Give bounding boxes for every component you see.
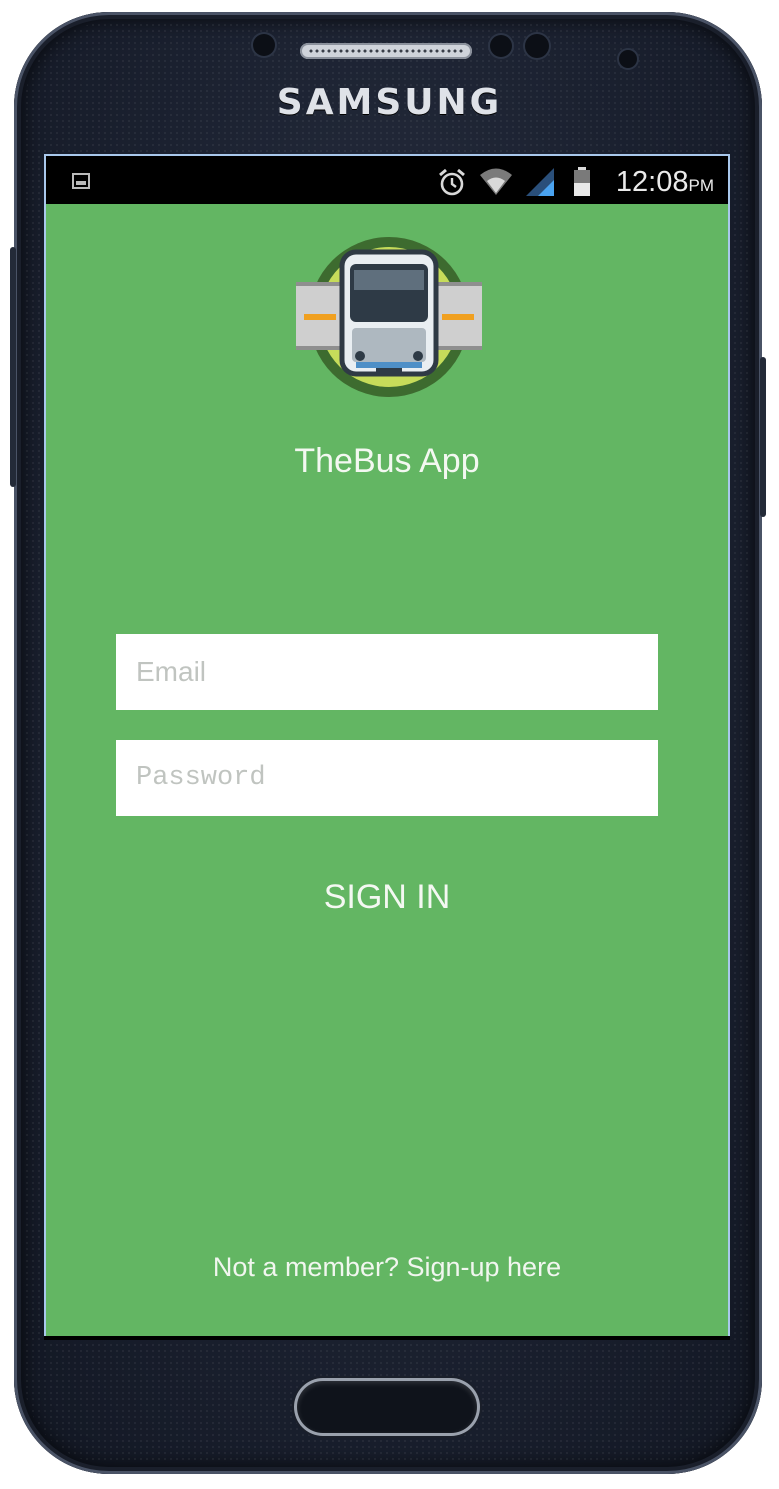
device-brand-logo: SAMSUNG: [276, 82, 503, 123]
battery-icon: [574, 167, 590, 196]
status-ampm: PM: [688, 176, 715, 195]
camera-lens-icon: [619, 50, 637, 68]
status-time: 12:08: [615, 166, 689, 198]
screen-bottom-edge: [44, 1336, 730, 1340]
email-field[interactable]: Email: [116, 634, 658, 710]
status-bar: 12:08PM: [46, 156, 728, 204]
earpiece-speaker: [300, 43, 472, 59]
email-placeholder: Email: [136, 656, 207, 687]
password-field[interactable]: Password: [116, 740, 658, 816]
proximity-sensor: [490, 35, 512, 57]
bus-logo-icon: [296, 237, 482, 397]
status-clock: 12:08PM: [616, 166, 714, 199]
app-screen: 12:08PM TheBus App Email Password SIGN I…: [44, 154, 730, 1338]
sign-up-link[interactable]: Not a member? Sign-up here: [46, 1252, 728, 1283]
alarm-icon: [439, 168, 465, 196]
app-title: TheBus App: [294, 442, 480, 480]
sign-in-button[interactable]: SIGN IN: [46, 878, 728, 917]
password-placeholder: Password: [136, 763, 266, 793]
wifi-icon: [480, 168, 512, 195]
power-button: [760, 357, 766, 517]
cellular-signal-icon: [526, 168, 554, 196]
home-button[interactable]: [297, 1381, 477, 1433]
light-sensor: [525, 34, 549, 58]
front-camera-icon: [253, 34, 275, 56]
volume-button: [10, 247, 16, 487]
notification-image-icon: [72, 173, 90, 189]
